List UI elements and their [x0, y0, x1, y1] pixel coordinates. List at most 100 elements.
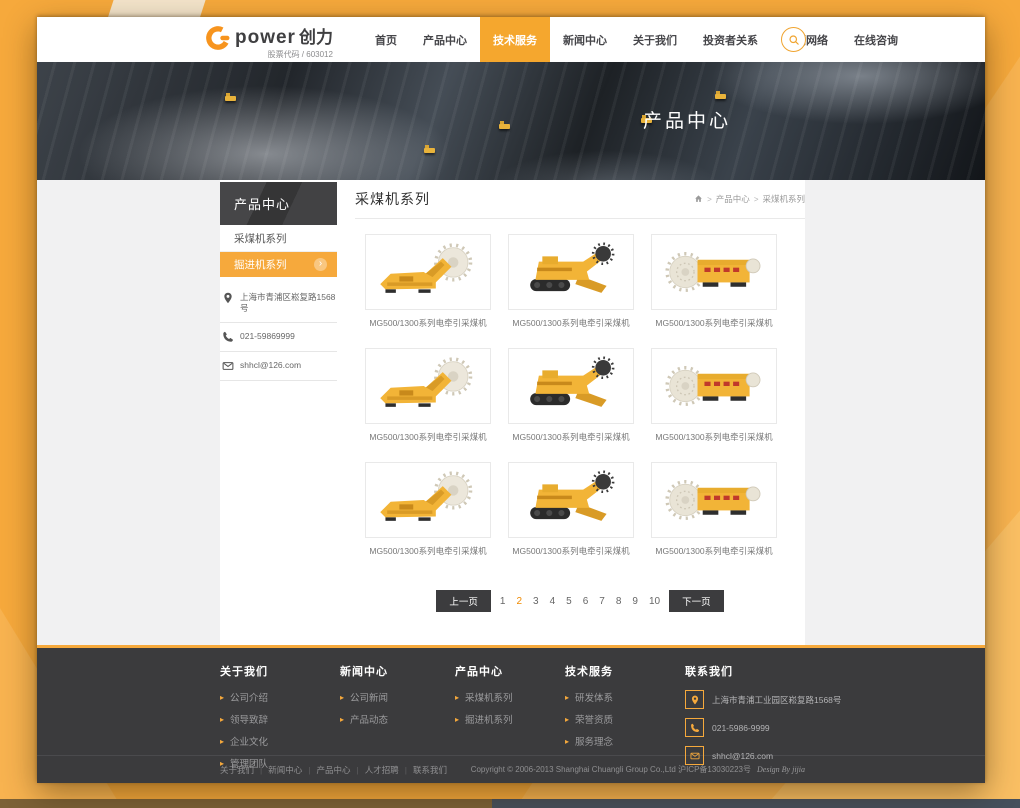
product-caption[interactable]: MG500/1300系列电牵引采煤机	[508, 317, 634, 329]
website-page: power 创力 股票代码 / 603012 首页产品中心技术服务新闻中心关于我…	[37, 17, 985, 783]
product-card-5[interactable]: MG500/1300系列电牵引采煤机	[508, 348, 634, 462]
footer-link[interactable]: 管理团队	[220, 756, 268, 770]
product-thumbnail[interactable]	[508, 348, 634, 424]
footer-link[interactable]: 领导致辞	[220, 712, 268, 726]
page-number-10[interactable]: 10	[647, 596, 662, 607]
page-number-9[interactable]: 9	[630, 596, 640, 607]
breadcrumb-item-2: 采煤机系列	[762, 193, 805, 205]
nav-item-5[interactable]: 关于我们	[620, 17, 690, 62]
page-number-6[interactable]: 6	[581, 596, 591, 607]
nav-item-6[interactable]: 投资者关系	[690, 17, 771, 62]
nav-item-1[interactable]: 首页	[362, 17, 410, 62]
site-logo[interactable]: power 创力 股票代码 / 603012	[205, 23, 333, 60]
product-thumbnail[interactable]	[365, 234, 491, 310]
page-number-5[interactable]: 5	[564, 596, 574, 607]
search-button[interactable]	[781, 27, 806, 52]
product-card-1[interactable]: MG500/1300系列电牵引采煤机	[365, 234, 491, 348]
footer-column-1: 关于我们公司介绍领导致辞企业文化管理团队	[220, 663, 268, 778]
site-footer: 关于我们|新闻中心|产品中心|人才招聘|联系我们 Copyright © 200…	[37, 645, 985, 783]
product-caption[interactable]: MG500/1300系列电牵引采煤机	[508, 545, 634, 557]
footer-bottom-link[interactable]: 新闻中心	[268, 764, 302, 776]
nav-item-4[interactable]: 新闻中心	[550, 17, 620, 62]
footer-bottom-link[interactable]: 联系我们	[413, 764, 447, 776]
footer-bottom-link[interactable]: 人才招聘	[365, 764, 399, 776]
product-card-7[interactable]: MG500/1300系列电牵引采煤机	[365, 462, 491, 576]
nav-item-3[interactable]: 技术服务	[480, 17, 550, 62]
page-title: 采煤机系列	[355, 189, 430, 209]
hero-banner: 产品中心	[37, 62, 985, 180]
page-number-1[interactable]: 1	[498, 596, 508, 607]
nav-item-8[interactable]: 在线咨询	[841, 17, 911, 62]
logo-stock-code: 股票代码 / 603012	[235, 49, 333, 60]
page-number-7[interactable]: 7	[597, 596, 607, 607]
footer-link[interactable]: 服务理念	[565, 734, 613, 748]
sidebar-contact-row: 上海市青浦区崧复路1568号	[220, 284, 337, 323]
footer-link[interactable]: 公司介绍	[220, 690, 268, 704]
footer-bottom-link[interactable]: 产品中心	[316, 764, 350, 776]
pagination: 上一页 123456789 10 下一页	[355, 590, 805, 612]
footer-column-title: 产品中心	[455, 663, 513, 679]
product-image	[515, 353, 627, 419]
product-thumbnail[interactable]	[365, 462, 491, 538]
breadcrumb-item-1[interactable]: 产品中心	[716, 193, 750, 205]
product-thumbnail[interactable]	[508, 462, 634, 538]
breadcrumb: >产品中心>采煤机系列	[694, 193, 805, 205]
footer-link[interactable]: 产品动态	[340, 712, 388, 726]
product-card-4[interactable]: MG500/1300系列电牵引采煤机	[365, 348, 491, 462]
product-card-2[interactable]: MG500/1300系列电牵引采煤机	[508, 234, 634, 348]
product-caption[interactable]: MG500/1300系列电牵引采煤机	[365, 431, 491, 443]
product-card-3[interactable]: MG500/1300系列电牵引采煤机	[651, 234, 777, 348]
footer-link[interactable]: 公司新闻	[340, 690, 388, 704]
sidebar-menu: 采煤机系列掘进机系列 ›	[220, 225, 337, 277]
nav-item-2[interactable]: 产品中心	[410, 17, 480, 62]
mining-truck-icon	[225, 96, 236, 101]
product-caption[interactable]: MG500/1300系列电牵引采煤机	[651, 431, 777, 443]
product-caption[interactable]: MG500/1300系列电牵引采煤机	[651, 545, 777, 557]
breadcrumb-home[interactable]	[694, 194, 703, 205]
product-card-6[interactable]: MG500/1300系列电牵引采煤机	[651, 348, 777, 462]
product-image	[372, 353, 484, 419]
sidebar-item-1[interactable]: 采煤机系列	[220, 225, 337, 252]
separator: |	[405, 765, 407, 775]
footer-link[interactable]: 企业文化	[220, 734, 268, 748]
mining-truck-icon	[424, 148, 435, 153]
product-caption[interactable]: MG500/1300系列电牵引采煤机	[365, 545, 491, 557]
search-icon	[788, 34, 800, 46]
page-number-8[interactable]: 8	[614, 596, 624, 607]
sidebar-title: 产品中心	[220, 182, 337, 225]
product-card-9[interactable]: MG500/1300系列电牵引采煤机	[651, 462, 777, 576]
page-number-3[interactable]: 3	[531, 596, 541, 607]
product-caption[interactable]: MG500/1300系列电牵引采煤机	[365, 317, 491, 329]
desktop-background: power 创力 股票代码 / 603012 首页产品中心技术服务新闻中心关于我…	[0, 0, 1020, 808]
sidebar-contact-row: 021-59869999	[220, 323, 337, 352]
sidebar-item-label: 掘进机系列	[234, 257, 287, 272]
product-caption[interactable]: MG500/1300系列电牵引采煤机	[651, 317, 777, 329]
product-grid: MG500/1300系列电牵引采煤机 MG500/1300系列电牵引采煤机 MG…	[365, 234, 805, 576]
footer-link[interactable]: 掘进机系列	[455, 712, 513, 726]
location-icon	[222, 292, 234, 304]
footer-column-title: 联系我们	[685, 663, 841, 679]
product-thumbnail[interactable]	[508, 234, 634, 310]
footer-link[interactable]: 研发体系	[565, 690, 613, 704]
footer-bottom-bar: 关于我们|新闻中心|产品中心|人才招聘|联系我们 Copyright © 200…	[37, 755, 985, 783]
sidebar-item-2[interactable]: 掘进机系列 ›	[220, 252, 337, 277]
product-thumbnail[interactable]	[365, 348, 491, 424]
prev-page-button[interactable]: 上一页	[436, 590, 491, 612]
product-thumbnail[interactable]	[651, 348, 777, 424]
footer-link[interactable]: 荣誉资质	[565, 712, 613, 726]
next-page-button[interactable]: 下一页	[669, 590, 724, 612]
product-caption[interactable]: MG500/1300系列电牵引采煤机	[508, 431, 634, 443]
sidebar-contact: 上海市青浦区崧复路1568号021-59869999shhcl@126.com	[220, 284, 337, 381]
phone-icon-box	[685, 718, 704, 737]
product-thumbnail[interactable]	[651, 462, 777, 538]
product-thumbnail[interactable]	[651, 234, 777, 310]
product-image	[658, 353, 770, 419]
bg-bottom-strip-left	[0, 799, 492, 808]
page-number-4[interactable]: 4	[548, 596, 558, 607]
footer-link[interactable]: 采煤机系列	[455, 690, 513, 704]
page-number-2[interactable]: 2	[514, 596, 524, 607]
chevron-right-icon: ›	[314, 258, 327, 271]
mining-truck-icon	[715, 94, 726, 99]
hero-title: 产品中心	[637, 106, 737, 133]
product-card-8[interactable]: MG500/1300系列电牵引采煤机	[508, 462, 634, 576]
